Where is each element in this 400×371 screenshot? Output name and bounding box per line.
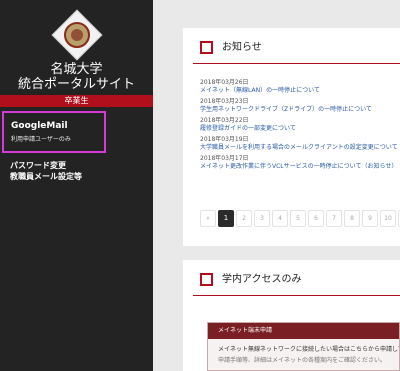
square-bullet-icon	[200, 273, 213, 286]
news-panel: お知らせ 2018年03月26日 メイネット（無線LAN）の一時停止について 2…	[183, 28, 400, 246]
page-7-button[interactable]: 7	[326, 210, 342, 227]
news-link[interactable]: メイネット更改作業に伴うVCLサービスの一時停止について（お知らせ）	[200, 163, 400, 171]
university-seal-icon	[64, 22, 90, 48]
notice-body-secondary: 申請手順等、詳細はメイネットの各種案内をご確認ください。	[218, 357, 387, 364]
page-10-button[interactable]: 10	[380, 210, 396, 227]
news-link[interactable]: メイネット（無線LAN）の一時停止について	[200, 87, 400, 95]
campus-access-panel: 学内アクセスのみ メイネット端末申請 メイネット無線ネットワークに接続したい場合…	[183, 260, 400, 371]
page-3-button[interactable]: 3	[254, 210, 270, 227]
site-title-line2: 統合ポータルサイト	[17, 77, 135, 92]
page-6-button[interactable]: 6	[308, 210, 324, 227]
notice-header[interactable]: メイネット端末申請	[208, 323, 399, 339]
news-panel-title: お知らせ	[222, 42, 262, 53]
page-5-button[interactable]: 5	[290, 210, 306, 227]
googlemail-sublabel: 利用申請ユーザーのみ	[11, 136, 71, 143]
news-date: 2018年03月19日	[200, 136, 249, 143]
notice-body: メイネット無線ネットワークに接続したい場合はこちらから申請してください。	[218, 346, 399, 353]
sidebar-item-password-change[interactable]: パスワード変更 教職員メール設定等	[10, 160, 82, 182]
alumni-label[interactable]: 卒業生	[0, 95, 153, 107]
page-9-button[interactable]: 9	[362, 210, 378, 227]
page-4-button[interactable]: 4	[272, 210, 288, 227]
site-title-line1: 名城大学	[50, 62, 103, 77]
news-item: 2018年03月26日 メイネット（無線LAN）の一時停止について	[200, 79, 400, 98]
square-bullet-icon	[200, 41, 213, 54]
university-logo[interactable]	[51, 9, 103, 61]
news-date: 2018年03月22日	[200, 117, 249, 124]
news-item: 2018年03月19日 大学職員メールを利用する場合のメールクライアントの設定変…	[200, 136, 400, 155]
access-panel-title: 学内アクセスのみ	[222, 274, 302, 285]
page-2-button[interactable]: 2	[236, 210, 252, 227]
staff-mail-settings-label: 教職員メール設定等	[10, 172, 82, 181]
news-item: 2018年03月23日 学生用ネットワークドライブ（Zドライブ）の一時停止につい…	[200, 98, 400, 117]
password-change-label: パスワード変更	[10, 161, 66, 170]
pagination: «12345678910»	[200, 210, 400, 228]
news-link[interactable]: 履修登録ガイドの一部変更について	[200, 125, 400, 133]
news-link[interactable]: 学生用ネットワークドライブ（Zドライブ）の一時停止について	[200, 106, 400, 114]
page-1-button[interactable]: 1	[218, 210, 234, 227]
news-divider	[193, 63, 400, 64]
page-8-button[interactable]: 8	[344, 210, 360, 227]
googlemail-label: GoogleMail	[11, 121, 68, 131]
sidebar: 名城大学 統合ポータルサイト 卒業生 GoogleMail 利用申請ユーザーのみ…	[0, 0, 153, 371]
news-date: 2018年03月23日	[200, 98, 249, 105]
news-date: 2018年03月26日	[200, 79, 249, 86]
site-title: 名城大学 統合ポータルサイト	[0, 62, 153, 92]
news-item: 2018年03月22日 履修登録ガイドの一部変更について	[200, 117, 400, 136]
access-divider	[193, 295, 400, 296]
news-list: 2018年03月26日 メイネット（無線LAN）の一時停止について 2018年0…	[200, 79, 400, 174]
device-registration-notice: メイネット端末申請 メイネット無線ネットワークに接続したい場合はこちらから申請し…	[207, 322, 400, 371]
sidebar-item-googlemail[interactable]: GoogleMail 利用申請ユーザーのみ	[2, 111, 106, 153]
news-date: 2018年03月17日	[200, 155, 249, 162]
news-link[interactable]: 大学職員メールを利用する場合のメールクライアントの設定変更について	[200, 144, 400, 152]
news-item: 2018年03月17日 メイネット更改作業に伴うVCLサービスの一時停止について…	[200, 155, 400, 174]
page-prev-button[interactable]: «	[200, 210, 216, 227]
